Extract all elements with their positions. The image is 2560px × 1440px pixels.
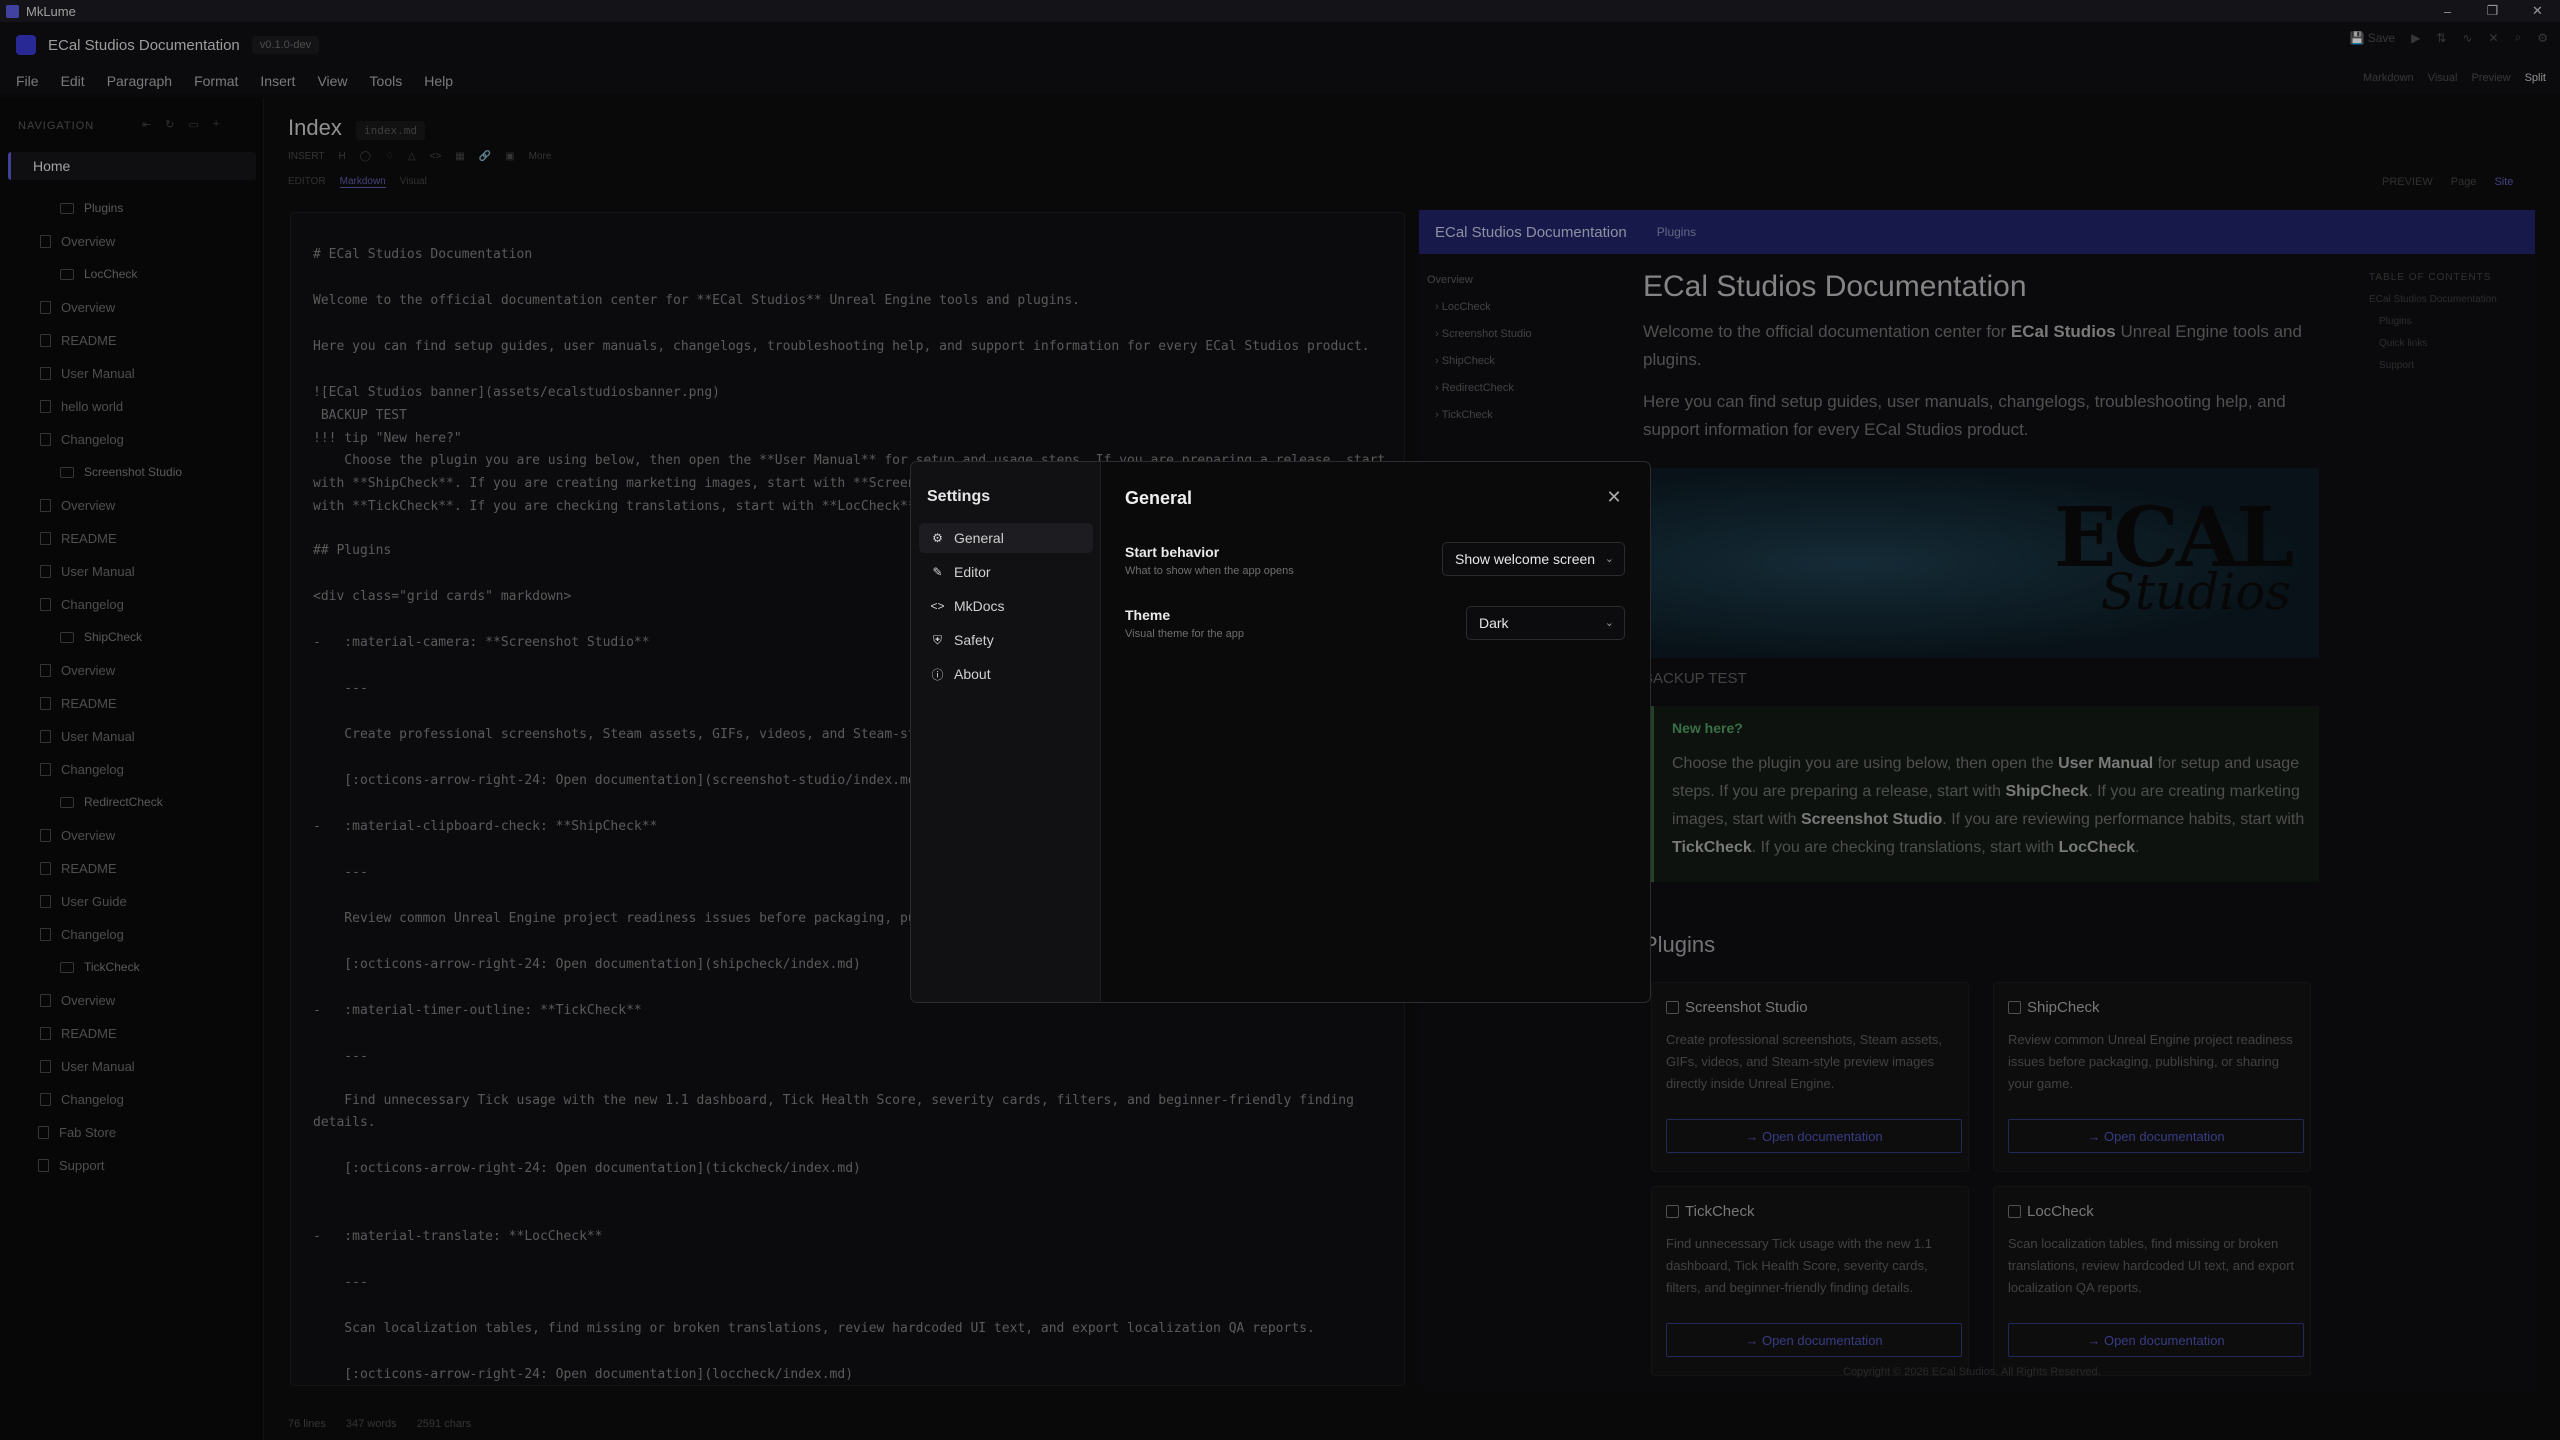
settings-title: Settings [927, 488, 991, 505]
close-icon[interactable]: ✕ [1603, 486, 1625, 508]
settings-section-title: General [1125, 488, 1193, 508]
theme-value: Dark [1479, 615, 1509, 631]
settings-sidebar: Settings ⚙ General ✎ Editor <> MkDocs ⛨ Safe… [911, 462, 1101, 1002]
settings-nav-safety[interactable]: ⛨ Safety [919, 625, 1093, 655]
start-behavior-help: What to show when the app opens [1125, 565, 1294, 577]
settings-nav-mkdocs[interactable]: <> MkDocs [919, 591, 1093, 621]
code-icon: <> [930, 599, 945, 613]
theme-label: Theme [1125, 607, 1171, 623]
settings-nav-label: General [954, 530, 1004, 546]
info-icon: ⓘ [931, 667, 944, 682]
settings-nav-label: Editor [954, 564, 991, 580]
settings-nav-general[interactable]: ⚙ General [919, 523, 1093, 553]
start-behavior-select[interactable]: Show welcome screen ⌄ [1442, 542, 1625, 576]
chevron-down-icon: ⌄ [1604, 553, 1614, 565]
settings-nav-label: Safety [954, 632, 994, 648]
theme-select[interactable]: Dark ⌄ [1466, 606, 1625, 640]
chevron-down-icon: ⌄ [1604, 617, 1614, 629]
settings-dialog: Settings ⚙ General ✎ Editor <> MkDocs ⛨ Safe… [910, 461, 1651, 1003]
start-behavior-label: Start behavior [1125, 544, 1220, 560]
settings-nav-label: About [954, 666, 991, 682]
gear-icon: ⚙ [932, 531, 943, 545]
settings-nav-about[interactable]: ⓘ About [919, 659, 1093, 689]
theme-help: Visual theme for the app [1125, 628, 1245, 640]
settings-nav-label: MkDocs [954, 598, 1005, 614]
shield-icon: ⛨ [932, 632, 942, 647]
start-behavior-value: Show welcome screen [1455, 551, 1596, 567]
pencil-icon: ✎ [932, 565, 943, 579]
settings-nav-editor[interactable]: ✎ Editor [919, 557, 1093, 587]
